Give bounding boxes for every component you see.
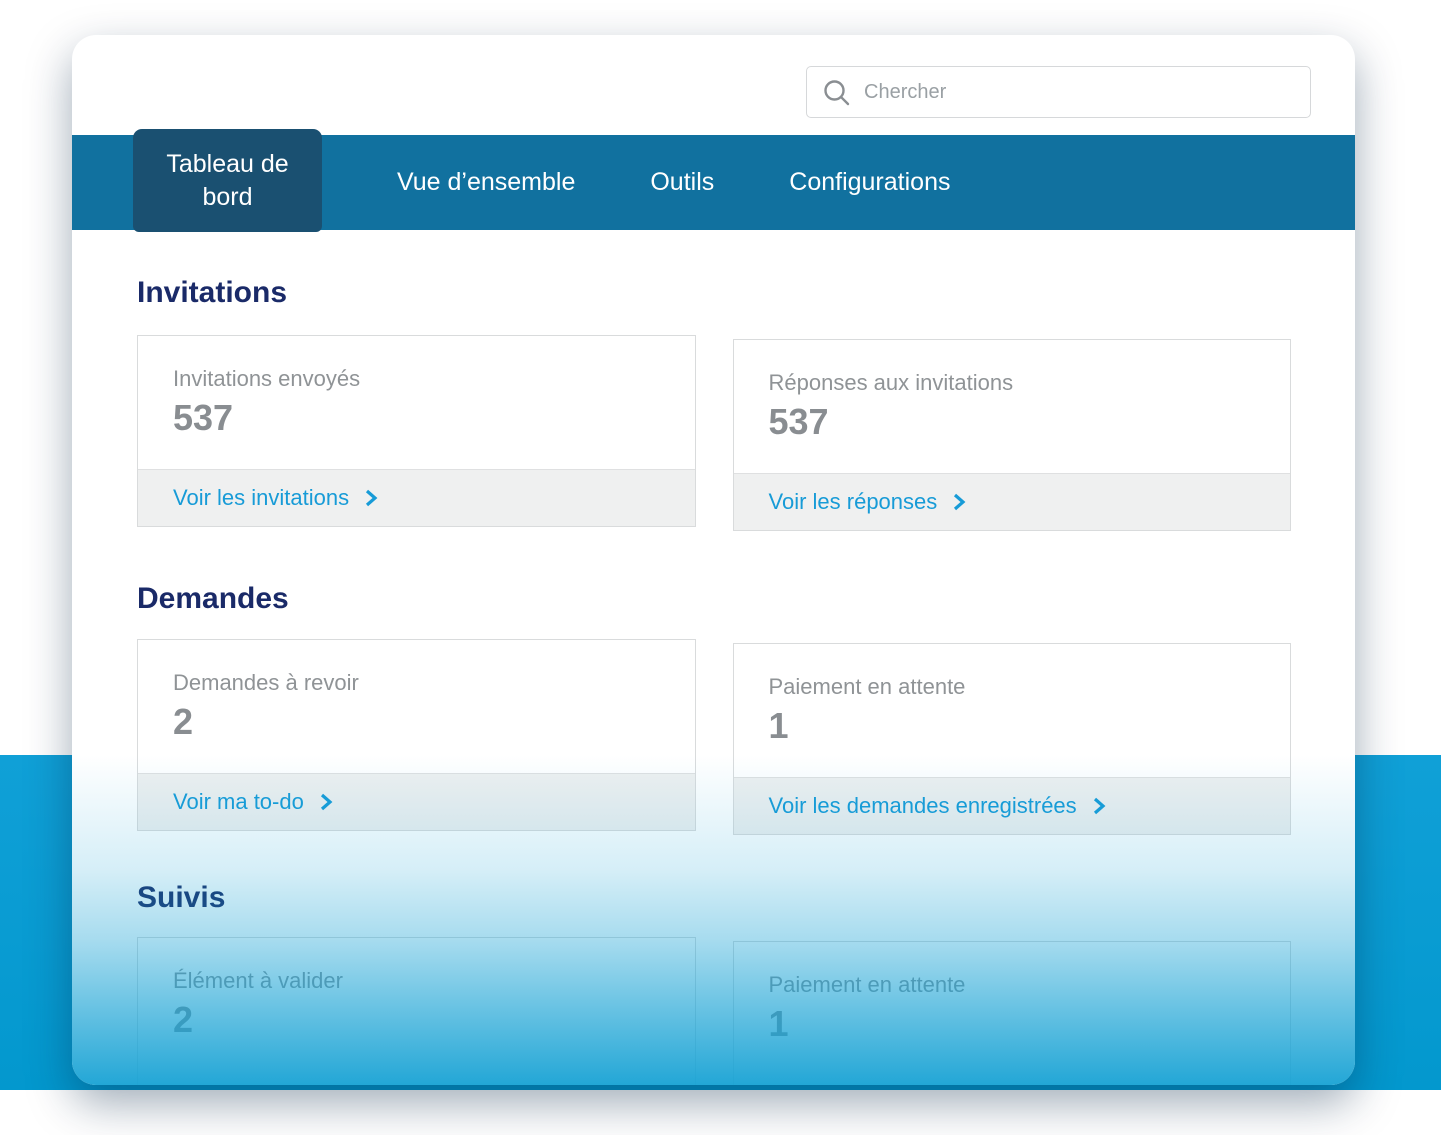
tab-tableau-de-bord[interactable]: Tableau de bord <box>133 129 322 232</box>
section-demandes: Demandes Demandes à revoir 2 Voir ma to-… <box>137 582 1291 831</box>
search-box[interactable] <box>806 66 1311 118</box>
tab-configurations[interactable]: Configurations <box>789 168 950 197</box>
card-paiement-en-attente-suivi: Paiement en attente 1 <box>733 941 1292 1085</box>
dashboard-content: Invitations Invitations envoyés 537 Voir… <box>72 276 1355 1085</box>
card-value: 2 <box>173 999 695 1041</box>
card-label: Paiement en attente <box>769 972 1291 998</box>
search-icon <box>823 79 850 106</box>
card-grid: Invitations envoyés 537 Voir les invitat… <box>137 335 1291 527</box>
link-voir-demandes-enregistrees[interactable]: Voir les demandes enregistrées <box>769 793 1106 819</box>
tab-vue-densemble[interactable]: Vue d’ensemble <box>397 168 575 197</box>
card-value: 537 <box>769 401 1291 443</box>
search-input[interactable] <box>864 81 1294 104</box>
section-suivis: Suivis Élément à valider 2 Paiement en a… <box>137 881 1291 1085</box>
section-title: Suivis <box>137 881 1291 915</box>
card-footer: Voir les invitations <box>138 469 695 526</box>
chevron-right-icon <box>364 488 378 508</box>
card-link-label: Voir les demandes enregistrées <box>769 793 1077 819</box>
card-body: Paiement en attente 1 <box>734 942 1291 1085</box>
card-grid: Élément à valider 2 Paiement en attente … <box>137 937 1291 1085</box>
card-label: Réponses aux invitations <box>769 370 1291 396</box>
card-body: Réponses aux invitations 537 <box>734 340 1291 473</box>
section-title: Demandes <box>137 582 1291 616</box>
card-reponses-invitations: Réponses aux invitations 537 Voir les ré… <box>733 339 1292 531</box>
card-value: 1 <box>769 1003 1291 1045</box>
link-voir-les-invitations[interactable]: Voir les invitations <box>173 485 378 511</box>
card-value: 2 <box>173 701 695 743</box>
card-body: Invitations envoyés 537 <box>138 336 695 469</box>
screenshot-stage: Tableau de bord Vue d’ensemble Outils Co… <box>0 0 1441 1135</box>
card-body: Paiement en attente 1 <box>734 644 1291 777</box>
chevron-right-icon <box>952 492 966 512</box>
card-label: Paiement en attente <box>769 674 1291 700</box>
card-grid: Demandes à revoir 2 Voir ma to-do <box>137 639 1291 831</box>
section-invitations: Invitations Invitations envoyés 537 Voir… <box>137 276 1291 527</box>
card-body: Demandes à revoir 2 <box>138 640 695 773</box>
card-label: Invitations envoyés <box>173 366 695 392</box>
card-demandes-a-revoir: Demandes à revoir 2 Voir ma to-do <box>137 639 696 831</box>
top-bar <box>72 35 1355 135</box>
chevron-right-icon <box>319 792 333 812</box>
card-link-label: Voir les invitations <box>173 485 349 511</box>
card-value: 1 <box>769 705 1291 747</box>
main-nav: Tableau de bord Vue d’ensemble Outils Co… <box>72 135 1355 230</box>
card-link-label: Voir les réponses <box>769 489 938 515</box>
card-paiement-en-attente: Paiement en attente 1 Voir les demandes … <box>733 643 1292 835</box>
card-footer: Voir les demandes enregistrées <box>734 777 1291 834</box>
card-label: Demandes à revoir <box>173 670 695 696</box>
card-element-a-valider: Élément à valider 2 <box>137 937 696 1085</box>
section-title: Invitations <box>137 276 1291 310</box>
card-body: Élément à valider 2 <box>138 938 695 1085</box>
card-footer: Voir ma to-do <box>138 773 695 830</box>
card-link-label: Voir ma to-do <box>173 789 304 815</box>
app-window: Tableau de bord Vue d’ensemble Outils Co… <box>72 35 1355 1085</box>
card-invitations-envoyes: Invitations envoyés 537 Voir les invitat… <box>137 335 696 527</box>
card-value: 537 <box>173 397 695 439</box>
tab-outils[interactable]: Outils <box>650 168 714 197</box>
link-voir-les-reponses[interactable]: Voir les réponses <box>769 489 967 515</box>
card-footer: Voir les réponses <box>734 473 1291 530</box>
card-label: Élément à valider <box>173 968 695 994</box>
link-voir-ma-todo[interactable]: Voir ma to-do <box>173 789 333 815</box>
chevron-right-icon <box>1092 796 1106 816</box>
